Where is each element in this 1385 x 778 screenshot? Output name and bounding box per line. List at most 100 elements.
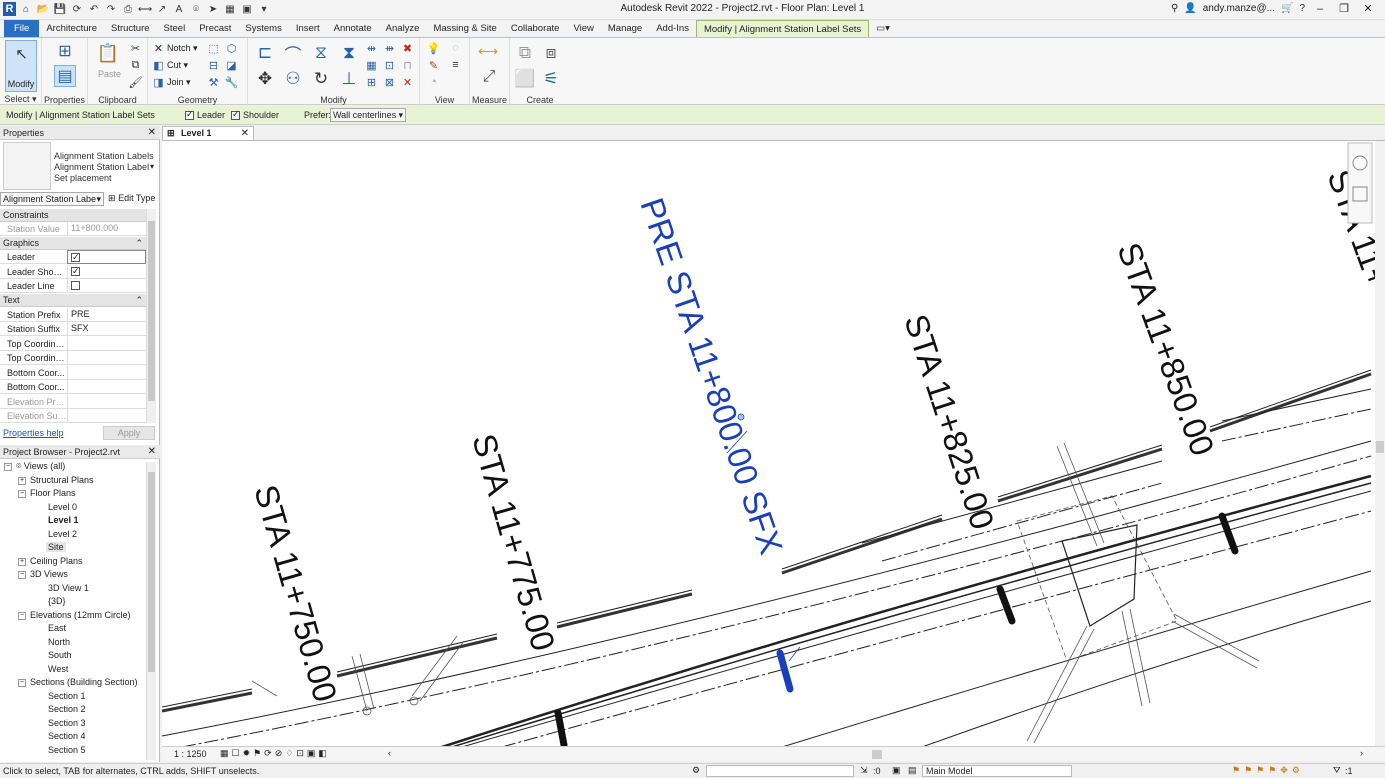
tree-views-all[interactable]: − ⌾ Views (all) <box>4 461 65 472</box>
station-label-11-800[interactable]: PRE STA 11+800.00 SFX <box>633 193 790 559</box>
offset-icon[interactable]: ⌒ <box>282 42 304 65</box>
properties-scrollbar[interactable] <box>146 209 156 423</box>
prop-bottom-coordinate-1[interactable]: Bottom Coor... <box>0 366 146 381</box>
cut-profile-icon[interactable]: ◔ <box>426 75 441 89</box>
cart-icon[interactable]: 🛒 <box>1281 3 1293 14</box>
leader-shoulder-checkbox[interactable] <box>71 265 80 278</box>
array-icon[interactable]: ▦ <box>364 58 379 72</box>
trim-extend-icon[interactable]: ⊞ <box>364 75 379 89</box>
close-hidden-icon[interactable]: ▦ <box>223 2 237 16</box>
station-label-11-775[interactable]: STA 11+775.00 <box>465 430 562 655</box>
save-icon[interactable]: 💾 <box>53 2 67 16</box>
tree-elevations[interactable]: − Elevations (12mm Circle) <box>18 610 131 620</box>
tab-architecture[interactable]: Architecture <box>39 20 104 37</box>
sync-icon[interactable]: ⟳ <box>70 2 84 16</box>
tree-section-2[interactable]: Section 2 <box>48 704 86 714</box>
rotate-icon[interactable]: ↻ <box>310 68 332 90</box>
edit-type-button[interactable]: ⊞ Edit Type <box>108 193 155 204</box>
match-properties-icon[interactable]: 🖌 <box>128 75 143 89</box>
shoulder-checkbox[interactable] <box>231 109 240 120</box>
station-label-11-750[interactable]: STA 11+750.00 <box>247 481 344 706</box>
cut-geometry-icon[interactable]: ◧ <box>151 58 166 72</box>
properties-icon[interactable]: ▤ <box>54 65 76 87</box>
create-similar-icon[interactable]: ⚟ <box>540 68 562 90</box>
delete-icon[interactable]: ✕ <box>400 75 415 89</box>
customize-qat-icon[interactable]: ▾ <box>257 2 271 16</box>
station-label-11-850[interactable]: STA 11+850.00 <box>1110 238 1221 461</box>
notch-button[interactable]: Notch ▾ <box>167 43 198 54</box>
tree-south[interactable]: South <box>48 650 72 660</box>
tree-floor-plans[interactable]: − Floor Plans <box>18 488 76 498</box>
open-icon[interactable]: 📂 <box>36 2 50 16</box>
tree-site[interactable]: Site <box>46 542 66 552</box>
ribbon-options-icon[interactable]: ▭▾ <box>869 20 891 37</box>
workset-dropdown[interactable] <box>706 765 854 777</box>
tab-analyze[interactable]: Analyze <box>379 20 427 37</box>
tree-ceiling-plans[interactable]: + Ceiling Plans <box>18 556 83 566</box>
design-option-dropdown[interactable]: Main Model <box>922 765 1072 777</box>
split-face-icon[interactable]: ⊟ <box>206 58 221 72</box>
copy-element-icon[interactable]: ⚇ <box>282 68 304 90</box>
close-icon[interactable]: ✕ <box>148 126 156 140</box>
group-text[interactable]: Text ⌃ <box>0 294 146 307</box>
measure-between-icon[interactable]: ⟷ <box>474 42 502 60</box>
tab-insert[interactable]: Insert <box>289 20 327 37</box>
trim-icon[interactable]: ⊥ <box>338 68 360 90</box>
split-gap-icon[interactable]: ⇻ <box>382 41 397 55</box>
tree-section-4[interactable]: Section 4 <box>48 731 86 741</box>
tab-structure[interactable]: Structure <box>104 20 157 37</box>
hide-icon[interactable]: 💡 <box>426 41 441 55</box>
leader-prop-checkbox[interactable] <box>71 251 80 264</box>
drawing-canvas[interactable]: STA 11+750.00 STA 11+775.00 PRE STA 11+8… <box>162 140 1385 746</box>
close-icon[interactable]: ✕ <box>148 445 156 459</box>
properties-help-link[interactable]: Properties help <box>3 428 64 438</box>
tab-manage[interactable]: Manage <box>601 20 649 37</box>
prop-top-coordinate-2[interactable]: Top Coordina... <box>0 351 146 366</box>
tab-annotate[interactable]: Annotate <box>327 20 379 37</box>
canvas-hscroll-thumb[interactable] <box>872 750 882 759</box>
help-icon[interactable]: ? <box>1299 3 1305 14</box>
tree-level-0[interactable]: Level 0 <box>48 502 77 512</box>
leader-checkbox[interactable] <box>185 109 194 120</box>
drawing-svg[interactable]: STA 11+750.00 STA 11+775.00 PRE STA 11+8… <box>162 141 1385 746</box>
select-dropdown[interactable]: Select ▾ <box>0 94 41 105</box>
tree-3d-default[interactable]: {3D} <box>48 596 66 606</box>
instance-filter-dropdown[interactable]: Alignment Station Labe ▾ <box>0 192 104 206</box>
modify-button[interactable]: ↖ Modify <box>5 40 37 92</box>
station-label-11-825[interactable]: STA 11+825.00 <box>897 310 1001 534</box>
worksets-icon[interactable]: ⚙ <box>692 765 700 776</box>
tab-view[interactable]: View <box>566 20 600 37</box>
design-options-icon[interactable]: ▣ <box>892 765 901 776</box>
group-constraints[interactable]: Constraints <box>0 209 146 222</box>
leader-option[interactable]: Leader <box>185 109 225 120</box>
mirror-axis-icon[interactable]: ⧖ <box>310 42 332 64</box>
group-graphics[interactable]: Graphics ⌃ <box>0 237 146 250</box>
dimension-measure-icon[interactable]: ⤢ <box>476 66 502 88</box>
tab-massing-site[interactable]: Massing & Site <box>426 20 503 37</box>
scroll-left-icon[interactable]: ‹ <box>388 748 391 758</box>
paste-icon[interactable]: 📋 <box>97 42 119 64</box>
undo-icon[interactable]: ↶ <box>87 2 101 16</box>
view-tab-level-1[interactable]: ⊞ Level 1 ✕ <box>162 126 254 140</box>
tree-sections[interactable]: − Sections (Building Section) <box>18 677 138 687</box>
search-icon[interactable]: ⚲ <box>1171 3 1178 14</box>
view-control-icons[interactable]: ▦☐✹⚑⟳⊘♢⊡▣◧ <box>220 748 330 759</box>
type-properties-icon[interactable]: ⊞ <box>54 41 76 61</box>
extend-icon[interactable]: ⊠ <box>382 75 397 89</box>
print-icon[interactable]: ⎙ <box>121 2 135 16</box>
wrench-icon[interactable]: 🔧 <box>224 75 239 89</box>
copy-icon[interactable]: ⧉ <box>128 58 143 72</box>
tab-file[interactable]: File <box>4 20 40 37</box>
tree-section-1[interactable]: Section 1 <box>48 691 86 701</box>
prop-station-suffix[interactable]: Station Suffix SFX <box>0 322 146 337</box>
scroll-right-icon[interactable]: › <box>1360 748 1363 758</box>
user-icon[interactable]: 👤 <box>1184 3 1196 14</box>
navigation-bar[interactable] <box>1347 142 1373 224</box>
close-button[interactable]: ✕ <box>1359 2 1377 15</box>
apply-button[interactable]: Apply <box>103 426 155 440</box>
dimension-icon[interactable]: ↗ <box>155 2 169 16</box>
close-icon[interactable]: ✕ <box>241 127 249 140</box>
prop-top-coordinate-1[interactable]: Top Coordina... <box>0 337 146 352</box>
user-name[interactable]: andy.manze@... <box>1203 3 1275 14</box>
canvas-vscroll-thumb[interactable] <box>1376 441 1384 453</box>
